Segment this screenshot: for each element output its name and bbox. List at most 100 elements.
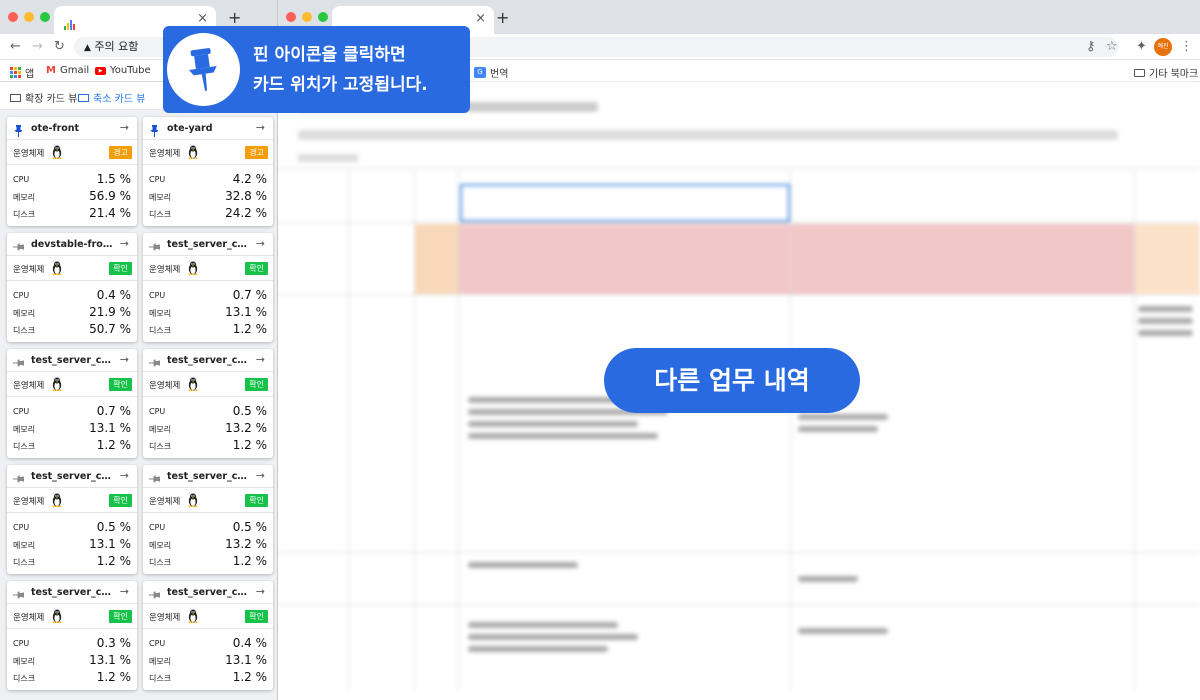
os-row: 운영체제 확인 <box>143 604 273 629</box>
status-badge: 확인 <box>245 494 268 507</box>
star-icon[interactable]: ☆ <box>1106 39 1118 54</box>
new-tab-button[interactable]: + <box>496 8 509 27</box>
reload-icon[interactable]: ↻ <box>54 39 65 54</box>
profile-avatar[interactable]: 예진 <box>1154 38 1172 56</box>
arrow-right-icon[interactable]: → <box>120 469 129 482</box>
card-header: test_server_card_... → <box>7 465 137 488</box>
arrow-right-icon[interactable]: → <box>256 353 265 366</box>
server-card[interactable]: devstable-front → 운영체제 확인 CPU 0.4 % 메모리 … <box>7 233 137 342</box>
card-header: test_server_card_... → <box>143 465 273 488</box>
pin-icon[interactable] <box>149 122 160 137</box>
server-card[interactable]: test_server_card_... → 운영체제 확인 CPU 0.3 %… <box>7 581 137 690</box>
linux-tux-icon <box>187 144 199 163</box>
memory-row: 메모리 13.2 % <box>143 420 273 437</box>
unpinned-pin-icon[interactable] <box>148 238 161 251</box>
linux-tux-icon <box>51 492 63 511</box>
memory-row: 메모리 32.8 % <box>143 188 273 205</box>
arrow-right-icon[interactable]: → <box>120 237 129 250</box>
minimize-window-button[interactable] <box>24 12 34 22</box>
callout-line-2: 카드 위치가 고정됩니다. <box>253 75 428 95</box>
server-name: test_server_card_... <box>31 471 113 482</box>
compact-view-button[interactable]: 축소 카드 뷰 <box>78 90 145 105</box>
close-window-button[interactable] <box>286 12 296 22</box>
arrow-right-icon[interactable]: → <box>120 585 129 598</box>
expand-view-button[interactable]: 확장 카드 뷰 <box>10 90 77 105</box>
extensions-icon[interactable]: ✦ <box>1136 39 1147 54</box>
cpu-row: CPU 0.5 % <box>143 519 273 536</box>
unpinned-pin-icon[interactable] <box>148 354 161 367</box>
maximize-window-button[interactable] <box>318 12 328 22</box>
youtube-icon: ▶ <box>95 66 106 75</box>
bookmark-youtube[interactable]: ▶ YouTube <box>95 65 151 76</box>
server-card[interactable]: ote-front → 운영체제 경고 CPU 1.5 % 메모리 56.9 %… <box>7 117 137 226</box>
memory-label: 메모리 <box>149 193 172 202</box>
close-tab-icon[interactable]: × <box>197 11 208 26</box>
memory-value: 32.8 % <box>225 189 267 203</box>
pin-icon[interactable] <box>13 122 24 137</box>
expand-view-icon <box>10 93 21 102</box>
os-row: 운영체제 확인 <box>7 488 137 513</box>
linux-tux-icon <box>51 260 63 279</box>
unpinned-pin-icon[interactable] <box>12 470 25 483</box>
unpinned-pin-icon[interactable] <box>12 354 25 367</box>
server-name: test_server_card_... <box>31 587 113 598</box>
close-tab-icon[interactable]: × <box>475 11 486 26</box>
memory-label: 메모리 <box>149 541 172 550</box>
arrow-right-icon[interactable]: → <box>256 237 265 250</box>
server-card[interactable]: test_server_card_... → 운영체제 확인 CPU 0.5 %… <box>143 465 273 574</box>
cpu-label: CPU <box>149 291 166 300</box>
minimize-window-button[interactable] <box>302 12 312 22</box>
card-header: test_server_card_... → <box>143 581 273 604</box>
apps-grid-icon <box>10 67 21 78</box>
bookmark-gmail[interactable]: M Gmail <box>46 65 89 76</box>
memory-row: 메모리 13.1 % <box>7 652 137 669</box>
disk-label: 디스크 <box>149 210 172 219</box>
linux-tux-icon <box>51 608 63 627</box>
unpinned-pin-icon[interactable] <box>148 586 161 599</box>
callout-text: 핀 아이콘을 클릭하면 카드 위치가 고정됩니다. <box>253 40 428 100</box>
key-icon[interactable]: ⚷ <box>1086 39 1096 54</box>
favicon-chart-icon <box>64 15 76 30</box>
arrow-right-icon[interactable]: → <box>256 585 265 598</box>
new-tab-button[interactable]: + <box>228 8 241 27</box>
server-card[interactable]: ote-yard → 운영체제 경고 CPU 4.2 % 메모리 32.8 % … <box>143 117 273 226</box>
disk-value: 1.2 % <box>232 322 267 336</box>
maximize-window-button[interactable] <box>40 12 50 22</box>
arrow-right-icon[interactable]: → <box>256 121 265 134</box>
linux-tux-icon <box>187 376 199 395</box>
unpinned-pin-icon[interactable] <box>12 238 25 251</box>
disk-label: 디스크 <box>13 558 36 567</box>
arrow-right-icon[interactable]: → <box>120 353 129 366</box>
arrow-right-icon[interactable]: → <box>256 469 265 482</box>
unpinned-pin-icon[interactable] <box>12 586 25 599</box>
menu-icon[interactable]: ⋮ <box>1180 39 1193 54</box>
unpinned-pin-icon[interactable] <box>148 470 161 483</box>
status-badge: 확인 <box>245 262 268 275</box>
cpu-value: 0.4 % <box>232 636 267 650</box>
server-card[interactable]: test_server_card_1 → 운영체제 확인 CPU 0.7 % 메… <box>143 233 273 342</box>
server-card[interactable]: test_server_card_... → 운영체제 확인 CPU 0.5 %… <box>143 349 273 458</box>
forward-icon[interactable]: → <box>32 39 43 54</box>
card-header: test_server_card_... → <box>143 349 273 372</box>
bookmark-other[interactable]: 기타 북마크 <box>1134 65 1198 80</box>
disk-label: 디스크 <box>13 326 36 335</box>
disk-value: 50.7 % <box>89 322 131 336</box>
server-card[interactable]: test_server_card_... → 운영체제 확인 CPU 0.5 %… <box>7 465 137 574</box>
disk-value: 1.2 % <box>96 554 131 568</box>
disk-label: 디스크 <box>149 326 172 335</box>
close-window-button[interactable] <box>8 12 18 22</box>
memory-row: 메모리 13.1 % <box>143 652 273 669</box>
server-card[interactable]: test_server_card_... → 운영체제 확인 CPU 0.4 %… <box>143 581 273 690</box>
bookmark-apps[interactable]: 앱 <box>10 65 34 80</box>
disk-row: 디스크 1.2 % <box>143 553 273 570</box>
bookmark-translate[interactable]: G 번역 <box>474 65 508 80</box>
back-icon[interactable]: ← <box>10 39 21 54</box>
cpu-label: CPU <box>149 523 166 532</box>
card-header: ote-yard → <box>143 117 273 140</box>
arrow-right-icon[interactable]: → <box>120 121 129 134</box>
window-controls <box>286 12 328 22</box>
server-card[interactable]: test_server_card_... → 운영체제 확인 CPU 0.7 %… <box>7 349 137 458</box>
disk-label: 디스크 <box>149 442 172 451</box>
cpu-label: CPU <box>149 407 166 416</box>
cpu-row: CPU 4.2 % <box>143 171 273 188</box>
